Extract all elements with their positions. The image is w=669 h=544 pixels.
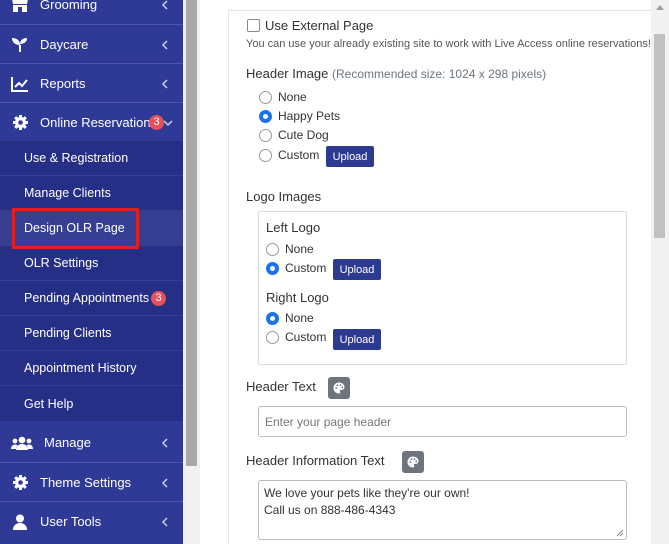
sidebar-item-label: User Tools <box>40 514 102 529</box>
notification-badge: 3 <box>151 291 166 306</box>
submenu-label: Appointment History <box>24 361 137 375</box>
palette-icon[interactable] <box>328 377 350 399</box>
use-external-page-help: You can use your already existing site t… <box>246 38 651 50</box>
submenu-label: Get Help <box>24 396 74 411</box>
chevron-left-icon <box>160 0 170 10</box>
logo-images-title: Logo Images <box>246 189 322 204</box>
radio-label: Custom <box>278 148 320 162</box>
chevron-down-icon <box>163 118 173 128</box>
chevron-left-icon <box>160 78 170 89</box>
sidebar-item-daycare[interactable]: Daycare <box>0 25 183 64</box>
submenu-label: Use & Registration <box>24 151 129 165</box>
left-logo-upload-button[interactable]: Upload <box>333 259 381 280</box>
right-logo-upload-button[interactable]: Upload <box>333 329 381 350</box>
submenu-item-pending-appointments[interactable]: Pending Appointments 3 <box>0 281 183 316</box>
notification-badge: 3 <box>149 115 164 130</box>
textarea-line: We love your pets like they're our own! <box>264 486 470 500</box>
chevron-left-icon <box>160 39 170 50</box>
scrollbar-thumb[interactable] <box>186 0 197 466</box>
radio-label: None <box>285 242 314 256</box>
left-logo-custom-radio[interactable] <box>266 262 279 275</box>
sidebar-item-grooming[interactable]: Grooming <box>0 0 183 24</box>
submenu-label: Design OLR Page <box>24 221 125 235</box>
header-image-happy-pets-radio[interactable] <box>259 110 272 123</box>
left-logo-none-radio[interactable] <box>266 243 279 256</box>
chevron-left-icon <box>160 437 170 448</box>
sidebar-item-user-tools[interactable]: User Tools <box>0 502 183 541</box>
seedling-icon <box>11 36 29 54</box>
sidebar-item-theme-settings[interactable]: Theme Settings <box>0 463 183 502</box>
scroll-up-arrow-icon[interactable] <box>656 5 664 10</box>
header-image-cute-dog-radio[interactable] <box>259 129 272 142</box>
header-image-hint: (Recommended size: 1024 x 298 pixels) <box>332 67 547 81</box>
sidebar: Grooming Daycare Reports Online Reservat… <box>0 0 183 544</box>
page-scrollbar[interactable] <box>651 0 669 544</box>
sidebar-item-label: Grooming <box>40 0 98 12</box>
radio-label: None <box>285 311 314 325</box>
radio-label: Happy Pets <box>278 109 341 123</box>
sidebar-item-online-reservations[interactable]: Online Reservations 3 <box>0 103 183 142</box>
gear-icon <box>11 114 29 132</box>
sidebar-item-reports[interactable]: Reports <box>0 64 183 103</box>
gear-icon <box>11 474 29 492</box>
header-image-custom-radio[interactable] <box>259 149 272 162</box>
submenu-label: Pending Clients <box>24 326 112 340</box>
header-info-title: Header Information Text <box>246 453 385 468</box>
radio-label: None <box>278 90 307 104</box>
header-image-title-text: Header Image <box>246 66 329 81</box>
header-image-title: Header Image (Recommended size: 1024 x 2… <box>246 66 546 81</box>
use-external-page-label: Use External Page <box>265 18 374 33</box>
use-external-page-checkbox[interactable] <box>247 19 260 32</box>
sidebar-item-label: Daycare <box>40 37 89 52</box>
submenu-item-pending-clients[interactable]: Pending Clients <box>0 316 183 351</box>
online-reservations-submenu: Use & Registration Manage Clients Design… <box>0 141 183 421</box>
right-logo-title: Right Logo <box>266 290 329 305</box>
palette-icon[interactable] <box>402 451 424 473</box>
submenu-item-manage-clients[interactable]: Manage Clients <box>0 176 183 211</box>
radio-label: Custom <box>285 261 327 275</box>
submenu-item-use-registration[interactable]: Use & Registration <box>0 141 183 176</box>
submenu-item-get-help[interactable]: Get Help <box>0 386 183 421</box>
header-info-textarea[interactable]: We love your pets like they're our own! … <box>258 480 627 540</box>
sidebar-item-label: Theme Settings <box>40 475 132 490</box>
resize-handle-icon[interactable] <box>616 529 624 537</box>
submenu-label: OLR Settings <box>24 256 99 270</box>
header-image-upload-button[interactable]: Upload <box>326 146 374 167</box>
sidebar-item-label: Manage <box>44 435 91 450</box>
shop-icon <box>11 0 29 14</box>
users-icon <box>11 434 33 452</box>
chevron-left-icon <box>160 516 170 527</box>
textarea-line: Call us on 888-486-4343 <box>264 503 396 517</box>
sidebar-scrollbar[interactable] <box>183 0 200 544</box>
header-text-title: Header Text <box>246 379 316 394</box>
sidebar-item-label: Online Reservations <box>40 115 158 130</box>
scrollbar-thumb[interactable] <box>654 34 665 238</box>
left-logo-title: Left Logo <box>266 220 321 235</box>
submenu-item-olr-settings[interactable]: OLR Settings <box>0 246 183 281</box>
right-logo-custom-radio[interactable] <box>266 331 279 344</box>
radio-label: Custom <box>285 330 327 344</box>
app-window: Grooming Daycare Reports Online Reservat… <box>0 0 669 544</box>
submenu-item-design-olr-page[interactable]: Design OLR Page <box>0 211 183 246</box>
chevron-left-icon <box>160 477 170 488</box>
submenu-item-appointment-history[interactable]: Appointment History <box>0 351 183 386</box>
right-logo-none-radio[interactable] <box>266 312 279 325</box>
submenu-label: Manage Clients <box>24 186 111 200</box>
submenu-label: Pending Appointments <box>24 291 150 305</box>
radio-label: Cute Dog <box>278 128 329 142</box>
user-icon <box>11 513 29 531</box>
header-text-input[interactable] <box>258 406 627 437</box>
chart-line-icon <box>11 75 29 93</box>
sidebar-item-label: Reports <box>40 76 86 91</box>
sidebar-item-manage[interactable]: Manage <box>0 423 183 462</box>
header-image-none-radio[interactable] <box>259 91 272 104</box>
